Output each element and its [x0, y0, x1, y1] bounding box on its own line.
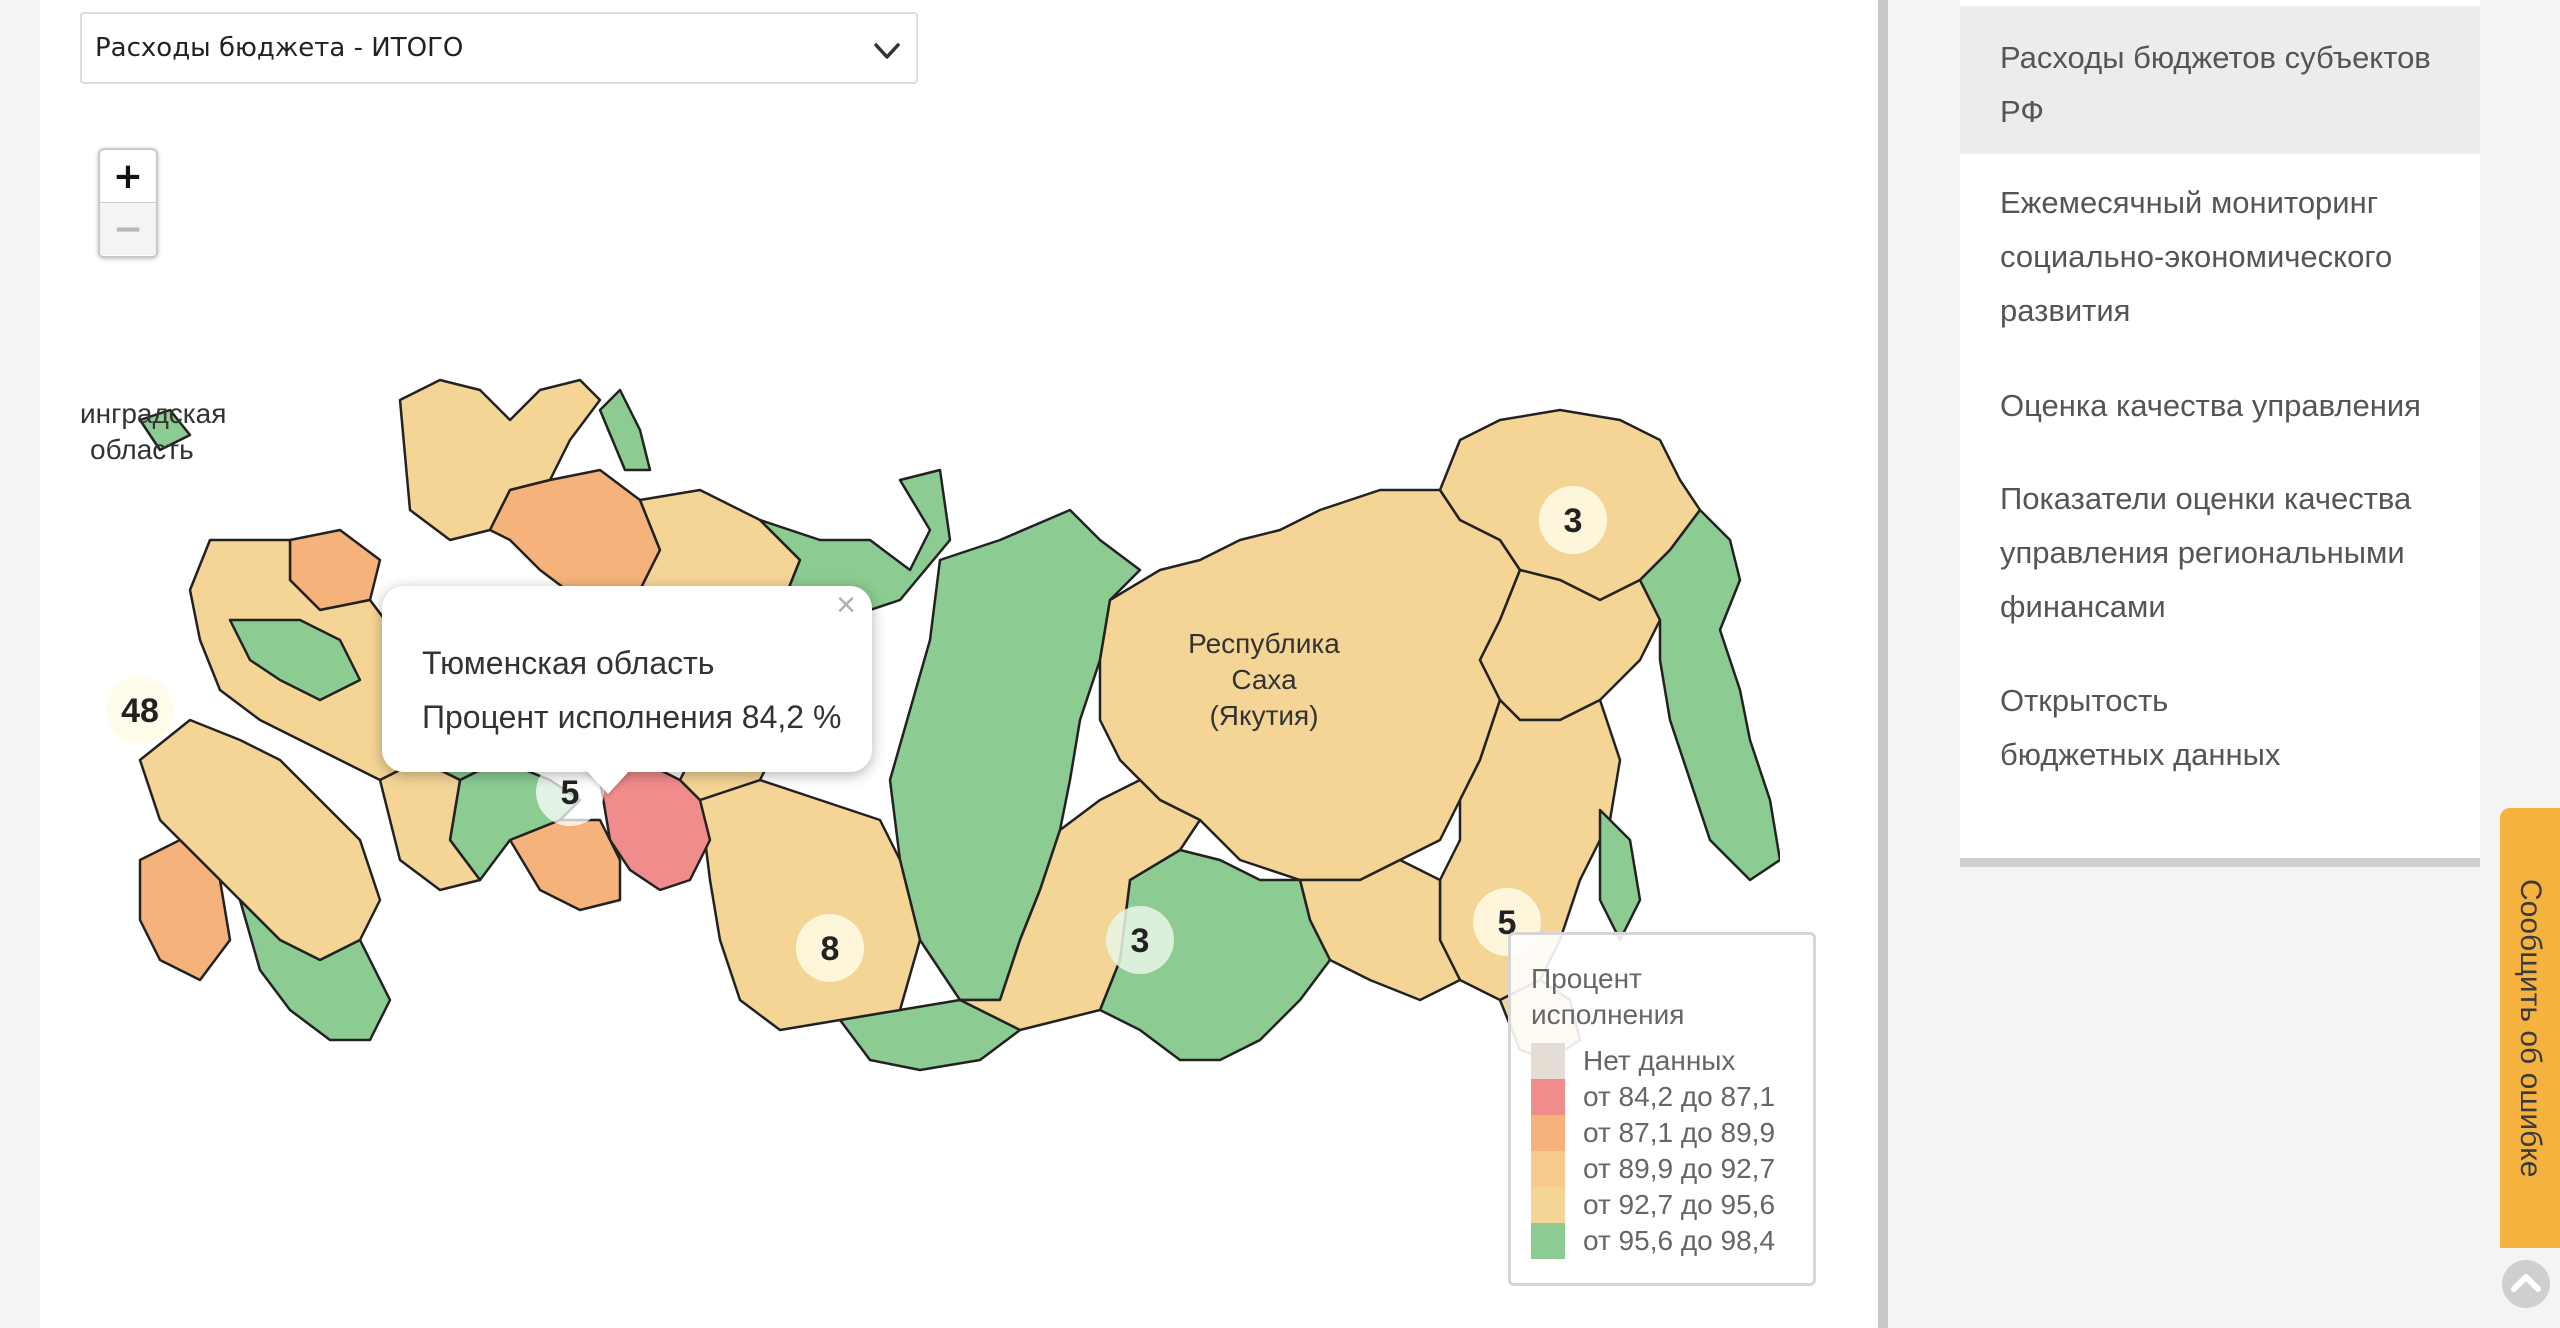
legend-item: Нет данных	[1531, 1043, 1813, 1079]
map-label-sakha: Саха	[1231, 664, 1297, 695]
indicator-select-value: Расходы бюджета - ИТОГО	[95, 33, 464, 63]
region-sakhalin[interactable]	[1598, 808, 1642, 942]
nav-item-management-quality[interactable]: Оценка качества управления	[1960, 379, 2480, 433]
map-label-kaliningrad: область	[90, 434, 194, 465]
cluster-count[interactable]: 3	[1131, 922, 1150, 960]
region-south-siberia[interactable]	[698, 778, 922, 1032]
nav-item-finance-quality[interactable]: Показатели оценки качества управления ре…	[1960, 472, 2480, 634]
zoom-out-button[interactable]: −	[100, 202, 156, 255]
map-legend: Процент исполнения Нет данных от 84,2 до…	[1508, 932, 1816, 1286]
close-icon[interactable]: ×	[836, 588, 856, 622]
chevron-down-icon	[874, 43, 900, 59]
popup-region-name: Тюменская область	[422, 645, 715, 681]
report-error-button[interactable]: Сообщить об ошибке	[2500, 808, 2560, 1248]
popup-tip	[584, 768, 632, 794]
legend-item: от 84,2 до 87,1	[1531, 1079, 1813, 1115]
scroll-up-icon[interactable]	[2500, 1258, 2552, 1310]
nav-item-monitoring[interactable]: Ежемесячный мониторинг социально-экономи…	[1960, 176, 2480, 338]
map-label-sakha: (Якутия)	[1209, 700, 1318, 731]
legend-item: от 95,6 до 98,4	[1531, 1223, 1813, 1259]
cluster-count[interactable]: 3	[1564, 502, 1583, 540]
region-novaya-zemlya[interactable]	[598, 388, 652, 472]
legend-item: от 89,9 до 92,7	[1531, 1151, 1813, 1187]
cluster-count[interactable]: 5	[561, 774, 580, 812]
panel-divider	[1878, 0, 1888, 1328]
legend-item: от 87,1 до 89,9	[1531, 1115, 1813, 1151]
region-amur[interactable]	[1298, 858, 1462, 1002]
cluster-count[interactable]: 8	[821, 930, 840, 968]
legend-title: Процент исполнения	[1531, 963, 1685, 1030]
side-nav: Расходы бюджетов субъектов РФ Ежемесячны…	[1960, 0, 2480, 867]
popup-value: Процент исполнения 84,2 %	[422, 699, 842, 735]
cluster-count[interactable]: 48	[121, 692, 159, 730]
map-label-sakha: Республика	[1188, 628, 1340, 659]
map-label-kaliningrad: инградская	[80, 398, 226, 429]
indicator-select[interactable]: Расходы бюджета - ИТОГО	[80, 12, 918, 84]
region-kamchatka[interactable]	[1638, 508, 1780, 882]
nav-item-open-data[interactable]: Открытость бюджетных данных	[1960, 674, 2480, 782]
zoom-control: + −	[98, 148, 158, 258]
legend-item: от 92,7 до 95,6	[1531, 1187, 1813, 1223]
region-popup: × Тюменская область Процент исполнения 8…	[382, 586, 872, 772]
region-arkhangelsk[interactable]	[488, 468, 662, 602]
zoom-in-button[interactable]: +	[100, 150, 156, 202]
nav-item-budget-expenses[interactable]: Расходы бюджетов субъектов РФ	[1960, 6, 2480, 154]
